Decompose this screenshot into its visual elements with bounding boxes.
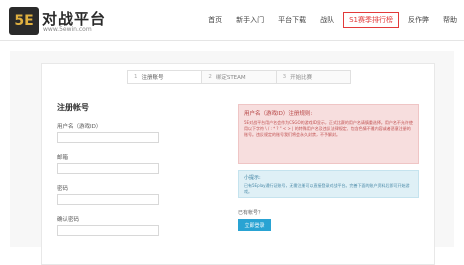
nav-item-team[interactable]: 战队 [313, 15, 341, 25]
step-number: 2 [208, 74, 212, 80]
tip-notice: 小提示: 已有5Eplay通行证账号，无需注册可以直接登录对战平台。完善下面的账… [238, 170, 419, 198]
logo-url: www.5ewin.com [43, 26, 92, 33]
password-label: 密码 [57, 186, 69, 192]
username-rules-notice: 用户名（游戏ID）注册规则: 5E对战平台用户名会作为CSGO的游戏ID显示，正… [238, 104, 419, 164]
nav-item-download[interactable]: 平台下载 [271, 15, 313, 25]
nav-item-help[interactable]: 帮助 [436, 15, 464, 25]
email-input[interactable] [57, 163, 159, 174]
nav-item-home[interactable]: 首页 [201, 15, 229, 25]
registration-card: 1 注册账号 2 绑定STEAM 3 开始比赛 注册帐号 用户名（游戏ID） 邮… [41, 63, 435, 265]
email-label: 邮箱 [57, 155, 69, 161]
step-label: 开始比赛 [290, 75, 313, 81]
main-nav: 首页 新手入门 平台下载 战队 S1赛季排行榜 反作弊 帮助 [201, 0, 464, 40]
notice-title: 小提示: [244, 175, 261, 181]
logo-badge: 5E [9, 7, 39, 35]
step-label: 绑定STEAM [215, 75, 246, 81]
step-number: 3 [282, 74, 287, 80]
form-title: 注册帐号 [57, 103, 89, 112]
confirm-password-label: 确认密码 [57, 217, 80, 223]
site-logo[interactable]: 5E 对战平台 www.5ewin.com [9, 7, 129, 35]
step-indicator: 1 注册账号 2 绑定STEAM 3 开始比赛 [127, 70, 351, 84]
step-label: 注册账号 [141, 75, 164, 81]
username-label: 用户名（游戏ID） [57, 124, 102, 130]
nav-item-anticheat[interactable]: 反作弊 [401, 15, 436, 25]
notice-body: 5E对战平台用户名会作为CSGO的游戏ID显示，正式比赛的用户名请慎重选择。用户… [244, 120, 413, 137]
password-input[interactable] [57, 194, 159, 205]
step-bind-steam: 2 绑定STEAM [202, 71, 277, 83]
nav-item-leaderboard[interactable]: S1赛季排行榜 [343, 12, 399, 28]
has-account-prompt: 已有帐号？ [238, 210, 264, 216]
site-header: 5E 对战平台 www.5ewin.com 首页 新手入门 平台下载 战队 S1… [0, 0, 464, 41]
username-input[interactable] [57, 132, 159, 143]
nav-item-beginner[interactable]: 新手入门 [229, 15, 271, 25]
login-now-button[interactable]: 立即登录 [238, 219, 271, 231]
main-area: 1 注册账号 2 绑定STEAM 3 开始比赛 注册帐号 用户名（游戏ID） 邮… [10, 51, 454, 265]
notice-body: 已有5Eplay通行证账号，无需注册可以直接登录对战平台。完善下面的账户资料后即… [244, 183, 410, 194]
step-start-match: 3 开始比赛 [277, 71, 350, 83]
step-register: 1 注册账号 [128, 71, 203, 83]
step-number: 1 [134, 74, 138, 80]
notice-title: 用户名（游戏ID）注册规则: [244, 111, 313, 117]
confirm-password-input[interactable] [57, 225, 159, 236]
